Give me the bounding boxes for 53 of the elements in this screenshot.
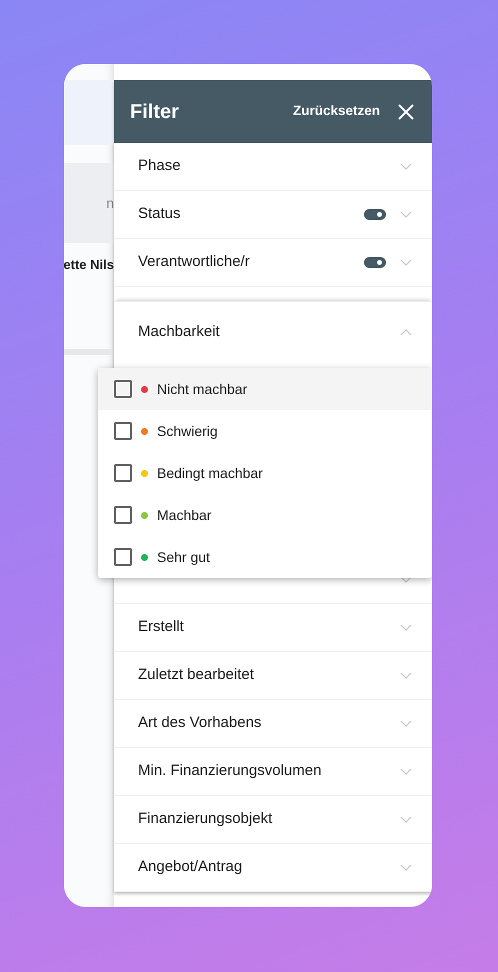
- field-text: n: [106, 194, 114, 212]
- filter-section-row[interactable]: Art des Vorhabens: [114, 700, 432, 748]
- option-label: Sehr gut: [157, 548, 210, 567]
- section-label: Verantwortliche/r: [138, 252, 250, 272]
- chevron-down-icon[interactable]: [400, 624, 412, 632]
- chevron-down-icon[interactable]: [400, 258, 412, 266]
- checkbox[interactable]: [114, 506, 132, 524]
- dropdown-option[interactable]: Schwierig: [98, 410, 432, 452]
- filter-title: Filter: [130, 100, 179, 124]
- dropdown-option[interactable]: Machbar: [98, 494, 432, 536]
- section-label: Zuletzt bearbeitet: [138, 665, 254, 686]
- section-label: Status: [138, 204, 181, 224]
- chevron-down-icon[interactable]: [400, 720, 412, 728]
- filter-section-row[interactable]: Verantwortliche/r: [114, 239, 432, 287]
- section-label: Art des Vorhabens: [138, 713, 262, 734]
- dropdown-option[interactable]: Nicht machbar: [98, 368, 432, 410]
- person-name: ette Nils: [64, 256, 114, 274]
- chevron-down-icon[interactable]: [400, 864, 412, 872]
- filter-section-row[interactable]: Status: [114, 191, 432, 239]
- dropdown-option[interactable]: Bedingt machbar: [98, 452, 432, 494]
- section-label: Finanzierungsobjekt: [138, 809, 272, 830]
- toggle-switch[interactable]: [364, 209, 386, 220]
- option-label: Bedingt machbar: [157, 464, 263, 483]
- section-label: Erstellt: [138, 617, 184, 638]
- filter-section-row[interactable]: Erstellt: [114, 604, 432, 652]
- filter-section-row[interactable]: Phase: [114, 143, 432, 191]
- option-label: Schwierig: [157, 422, 218, 441]
- filter-section-row[interactable]: Finanzierungsobjekt: [114, 796, 432, 844]
- chevron-down-icon[interactable]: [400, 672, 412, 680]
- section-label: Angebot/Antrag: [138, 857, 242, 878]
- close-icon[interactable]: [398, 104, 414, 120]
- checkbox[interactable]: [114, 422, 132, 440]
- chevron-down-icon[interactable]: [400, 816, 412, 824]
- chevron-up-icon[interactable]: [400, 328, 412, 336]
- filter-section-row[interactable]: Min. Finanzierungsvolumen: [114, 748, 432, 796]
- chevron-down-icon[interactable]: [400, 162, 412, 170]
- chevron-down-icon[interactable]: [400, 768, 412, 776]
- section-label: Min. Finanzierungsvolumen: [138, 761, 322, 782]
- section-label: Phase: [138, 156, 181, 176]
- filter-section-row[interactable]: Machbarkeit: [114, 302, 432, 362]
- checkbox[interactable]: [114, 548, 132, 566]
- chevron-down-icon[interactable]: [400, 210, 412, 218]
- reset-button[interactable]: Zurücksetzen: [292, 101, 380, 122]
- filter-section-row[interactable]: Angebot/Antrag: [114, 844, 432, 892]
- checkbox[interactable]: [114, 380, 132, 398]
- section-label: Machbarkeit: [138, 322, 220, 342]
- checkbox[interactable]: [114, 464, 132, 482]
- filter-section-row[interactable]: Zuletzt bearbeitet: [114, 652, 432, 700]
- chevron-down-icon[interactable]: [400, 576, 412, 584]
- toggle-switch[interactable]: [364, 257, 386, 268]
- option-label: Machbar: [157, 506, 212, 524]
- option-label: Nicht machbar: [157, 380, 248, 398]
- dropdown-option[interactable]: Sehr gut: [98, 536, 432, 578]
